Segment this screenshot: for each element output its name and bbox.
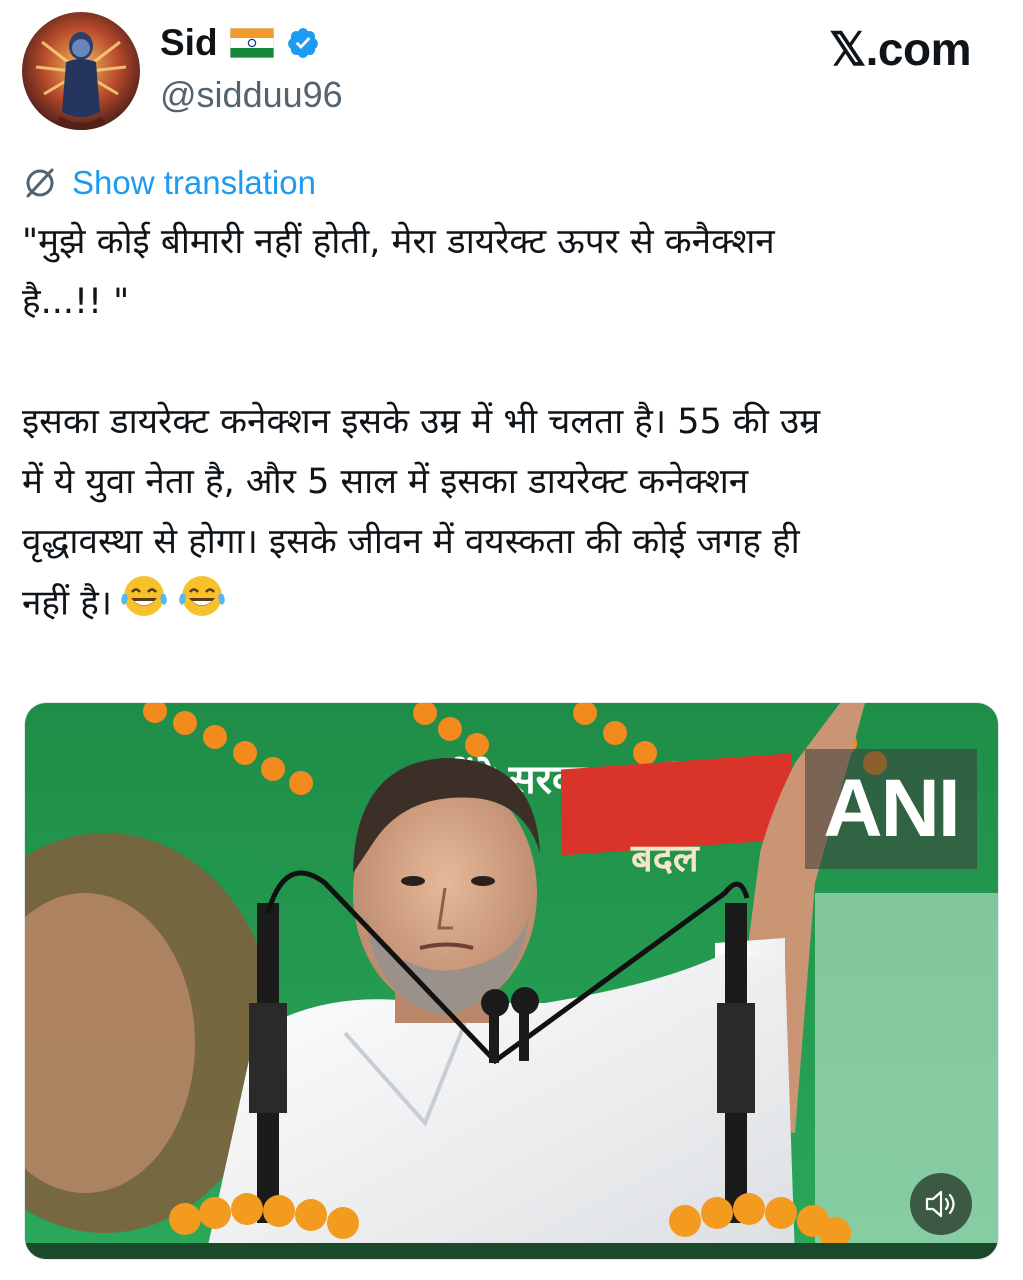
tweet-body-para: इसका डायरेक्ट कनेक्शन इसके उम्र में भी च…: [22, 392, 997, 637]
mute-button[interactable]: [910, 1173, 972, 1235]
tweet-quote: "मुझे कोई बीमारी नहीं होती, मेरा डायरेक्…: [22, 222, 775, 322]
speaker-icon: [925, 1190, 955, 1218]
author-handle[interactable]: @sidduu96: [160, 74, 343, 116]
banner-text-red: बदल: [630, 836, 700, 880]
video-player[interactable]: लेंगे सरकार बदल ANI: [24, 702, 999, 1260]
show-translation-label: Show translation: [72, 164, 316, 201]
face-with-tears-of-joy-icon: [118, 572, 170, 637]
ani-watermark: ANI: [805, 749, 977, 869]
x-brand-logo: 𝕏.com: [829, 23, 971, 75]
deity-avatar-icon: [22, 12, 140, 130]
tweet-text: "मुझे कोई बीमारी नहीं होती, मेरा डायरेक्…: [22, 212, 997, 637]
face-with-tears-of-joy-icon: [176, 572, 228, 637]
verified-badge-icon: [287, 28, 318, 58]
india-flag-icon: [229, 28, 274, 58]
author-row: Sid: [160, 22, 320, 64]
show-translation-link[interactable]: Show translation: [22, 164, 316, 202]
translate-icon: [26, 168, 54, 198]
author-name[interactable]: Sid: [160, 22, 218, 64]
avatar[interactable]: [22, 12, 140, 130]
